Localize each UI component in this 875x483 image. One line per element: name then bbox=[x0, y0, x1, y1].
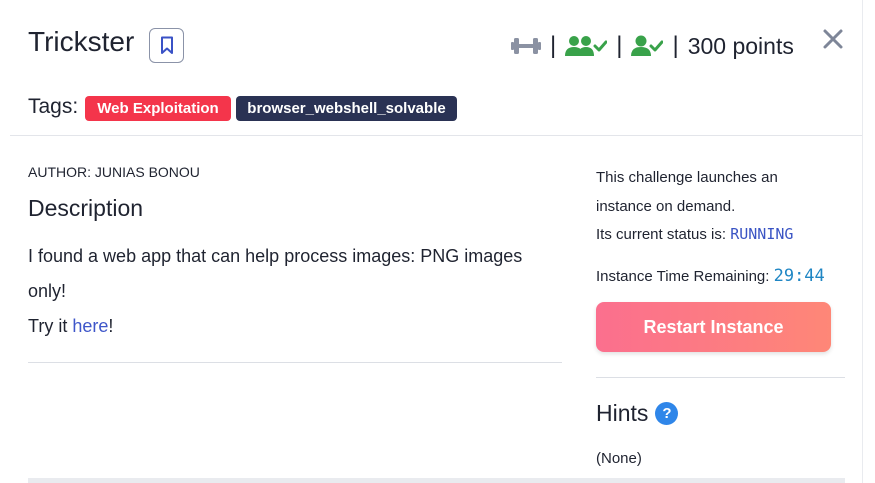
description-text: I found a web app that can help process … bbox=[28, 246, 523, 301]
user-check-icon bbox=[631, 35, 664, 56]
restart-instance-button[interactable]: Restart Instance bbox=[596, 302, 831, 352]
tag-browser-webshell-solvable[interactable]: browser_webshell_solvable bbox=[236, 96, 457, 121]
meta-separator: | bbox=[616, 32, 623, 59]
bookmark-icon bbox=[160, 36, 173, 54]
time-remaining-value: 29:44 bbox=[773, 266, 825, 286]
challenge-link[interactable]: here bbox=[72, 316, 108, 336]
header-divider bbox=[10, 135, 862, 136]
author-label: AUTHOR: JUNIAS BONOU bbox=[28, 164, 200, 180]
instance-intro: This challenge launches an instance on d… bbox=[596, 169, 778, 215]
close-icon bbox=[823, 29, 843, 49]
challenge-meta: | | | 300 points bbox=[511, 30, 794, 62]
challenge-title: Trickster bbox=[28, 26, 135, 57]
description-heading: Description bbox=[28, 195, 144, 221]
points-label: 300 points bbox=[687, 32, 794, 59]
dumbbell-icon bbox=[511, 38, 541, 54]
hints-content: (None) bbox=[596, 450, 642, 467]
status-label: Its current status is: bbox=[596, 226, 731, 243]
hints-title: Hints bbox=[596, 400, 649, 426]
meta-separator: | bbox=[550, 32, 557, 59]
users-check-icon bbox=[565, 36, 608, 56]
question-circle-icon[interactable]: ? bbox=[655, 402, 679, 425]
try-line: Try it here! bbox=[28, 309, 563, 344]
description-body: I found a web app that can help process … bbox=[28, 239, 563, 344]
modal-right-edge bbox=[862, 0, 863, 483]
instance-status: Its current status is: RUNNING bbox=[596, 225, 793, 244]
instance-timer: Instance Time Remaining: 29:44 bbox=[596, 266, 825, 286]
tag-web-exploitation[interactable]: Web Exploitation bbox=[85, 96, 231, 121]
hints-heading: Hints ? bbox=[596, 400, 679, 427]
status-value: RUNNING bbox=[730, 225, 794, 243]
sidebar-divider bbox=[596, 377, 845, 378]
bottom-panel-edge bbox=[28, 478, 845, 483]
bookmark-button[interactable] bbox=[149, 28, 184, 63]
try-prefix: Try it bbox=[28, 316, 73, 336]
description-divider bbox=[28, 362, 562, 363]
meta-separator: | bbox=[672, 32, 679, 59]
tags-label: Tags: bbox=[28, 95, 79, 118]
close-button[interactable] bbox=[822, 28, 844, 55]
time-label: Instance Time Remaining: bbox=[596, 268, 774, 285]
try-suffix: ! bbox=[108, 316, 114, 336]
